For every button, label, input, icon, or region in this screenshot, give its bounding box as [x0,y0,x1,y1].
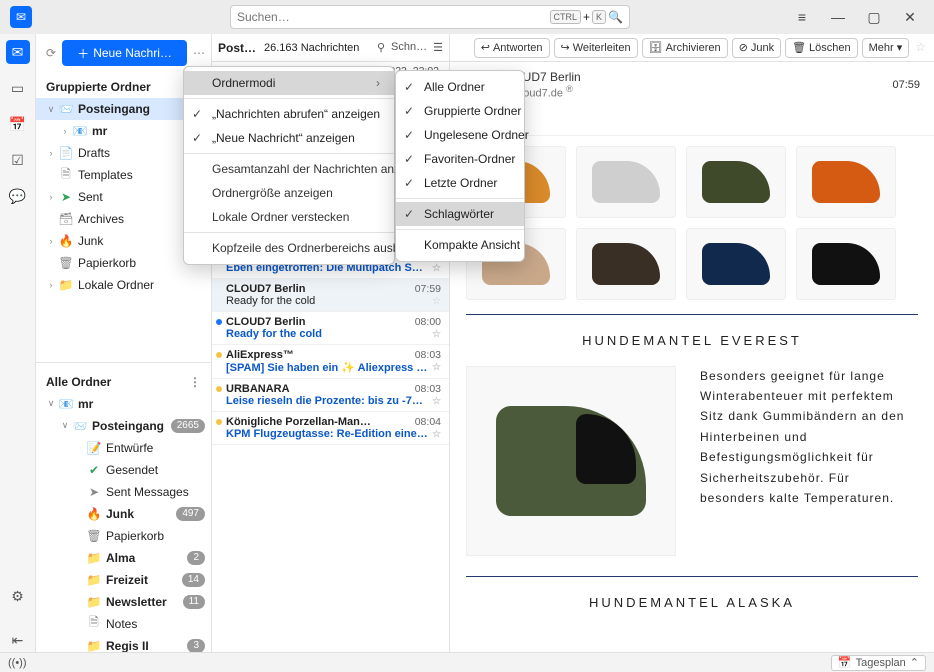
minimize-button[interactable]: — [824,3,852,31]
compose-button[interactable]: ＋Neue Nachri… [62,40,187,66]
submenu-all[interactable]: ✓Alle Ordner [396,75,524,99]
product-thumb[interactable] [796,228,896,300]
submenu-unread[interactable]: ✓Ungelesene Ordner [396,123,524,147]
titlebar: ✉ CTRL + K 🔍 ≡ — ▢ ✕ [0,0,934,34]
delete-button[interactable]: 🗑Löschen [785,38,858,58]
message-row[interactable]: AliExpress™08:03[SPAM] Sie haben ein ✨ A… [212,345,449,379]
search-icon: 🔍 [608,10,623,24]
folder-lokale[interactable]: ›📁Lokale Ordner [36,274,211,296]
folder-pane-options-icon[interactable]: ⋯ [193,46,205,60]
product-thumb[interactable] [796,146,896,218]
product-title-1: HUNDEMANTEL EVEREST [466,333,918,348]
settings-icon[interactable]: ⚙ [6,584,30,608]
message-row[interactable]: CLOUD7 Berlin08:00Ready for the cold☆ [212,312,449,345]
product-title-2: HUNDEMANTEL ALASKA [466,595,918,610]
submenu-recent[interactable]: ✓Letzte Ordner [396,171,524,195]
app-icon: ✉ [10,6,32,28]
submenu-fav[interactable]: ✓Favoriten-Ordner [396,147,524,171]
product-desc-1: Besonders geeignet für lange Winterabent… [700,366,918,556]
archive-button[interactable]: 🗄Archivieren [642,38,728,58]
activity-bar: ✉ ▭ 📅 ☑ 💬 ⚙ ⇤ [0,34,36,652]
mail-tab-icon[interactable]: ✉ [6,40,30,64]
menu-size[interactable]: Ordnergröße anzeigen [184,181,394,205]
folder-a-freizeit[interactable]: 📁Freizeit14 [36,569,211,591]
all-folders-header: Alle Ordner⋮ [36,367,211,393]
menu-show-new[interactable]: ✓„Neue Nachricht“ anzeigen [184,126,394,150]
kbd-k: K [592,10,606,24]
forward-button[interactable]: ↪Weiterleiten [554,38,638,58]
tasks-tab-icon[interactable]: ☑ [6,148,30,172]
menu-ordnermodi[interactable]: Ordnermodi› [184,71,394,95]
product-image-1 [466,366,676,556]
more-button[interactable]: Mehr▾ [862,38,910,58]
submenu-grouped[interactable]: ✓Gruppierte Ordner [396,99,524,123]
product-thumb[interactable] [576,228,676,300]
search-box[interactable]: CTRL + K 🔍 [230,5,630,29]
collapse-icon[interactable]: ⇤ [6,628,30,652]
message-toolbar: ↩Antworten ↪Weiterleiten 🗄Archivieren ⊘J… [450,34,934,62]
star-icon[interactable]: ☆ [913,38,928,58]
submenu-tags[interactable]: ✓Schlagwörter [396,202,524,226]
product-thumb[interactable] [576,146,676,218]
menu-icon[interactable]: ≡ [788,3,816,31]
folder-a-gesendet[interactable]: ✔Gesendet [36,459,211,481]
message-row[interactable]: Königliche Porzellan-Manufaktur Berlin08… [212,412,449,445]
status-bar: ((•)) 📅Tagesplan⌃ [0,652,934,672]
get-messages-icon[interactable]: ⟳ [46,46,56,60]
search-input[interactable] [237,10,548,24]
message-time: 07:59 [892,79,920,91]
message-row[interactable]: CLOUD7 Berlin07:59Ready for the cold☆ [212,279,449,312]
message-row[interactable]: URBANARA08:03Leise rieseln die Prozente:… [212,379,449,412]
addressbook-tab-icon[interactable]: ▭ [6,76,30,100]
message-subject: he cold [464,110,920,127]
reply-button[interactable]: ↩Antworten [474,38,550,58]
list-settings-icon[interactable]: ☰ [433,41,443,54]
chat-tab-icon[interactable]: 💬 [6,184,30,208]
agenda-button[interactable]: 📅Tagesplan⌃ [831,655,926,671]
folder-a-alma[interactable]: 📁Alma2 [36,547,211,569]
junk-button[interactable]: ⊘Junk [732,38,781,58]
product-thumb[interactable] [686,228,786,300]
filter-icon[interactable]: ⚲ [377,41,385,54]
menu-total[interactable]: Gesamtanzahl der Nachrichten anzeigen [184,157,394,181]
all-folders-options-icon[interactable]: ⋮ [189,375,201,389]
folder-a-news[interactable]: 📁Newsletter11 [36,591,211,613]
folder-a-posteingang[interactable]: ∨📨Posteingang2665 [36,415,211,437]
product-thumb[interactable] [686,146,786,218]
folder-a-mr[interactable]: ∨📧mr [36,393,211,415]
connection-icon[interactable]: ((•)) [8,657,27,669]
folder-a-notes[interactable]: 🗎Notes [36,613,211,635]
close-button[interactable]: ✕ [896,3,924,31]
folder-mode-submenu: ✓Alle Ordner ✓Gruppierte Ordner ✓Ungeles… [395,70,525,262]
maximize-button[interactable]: ▢ [860,3,888,31]
folder-a-sentmsg[interactable]: ➤Sent Messages [36,481,211,503]
folder-a-regis[interactable]: 📁Regis II3 [36,635,211,653]
menu-hide-header[interactable]: Kopfzeile des Ordnerbereichs ausblenden [184,236,394,260]
folder-pane-options-menu: Ordnermodi› ✓„Nachrichten abrufen“ anzei… [183,66,395,265]
folder-a-junk[interactable]: 🔥Junk497 [36,503,211,525]
folder-a-entwurfe[interactable]: 📝Entwürfe [36,437,211,459]
menu-show-fetch[interactable]: ✓„Nachrichten abrufen“ anzeigen [184,102,394,126]
menu-hide-local[interactable]: Lokale Ordner verstecken [184,205,394,229]
submenu-compact[interactable]: Kompakte Ansicht [396,233,524,257]
folder-a-papierkorb[interactable]: 🗑Papierkorb [36,525,211,547]
message-list-header: Post… 26.163 Nachrichten ⚲ Schn… ☰ [212,34,449,62]
kbd-ctrl: CTRL [550,10,582,24]
calendar-tab-icon[interactable]: 📅 [6,112,30,136]
